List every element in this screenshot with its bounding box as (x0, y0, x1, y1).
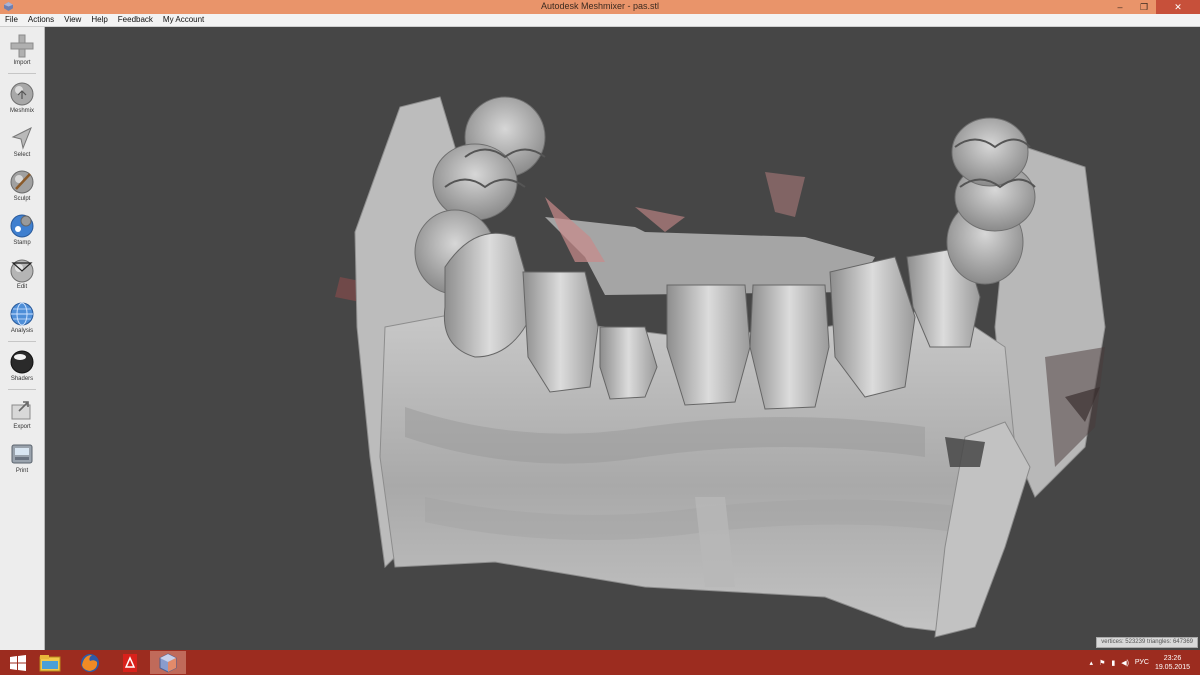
flag-icon[interactable]: ⚑ (1099, 659, 1105, 667)
divider (8, 341, 36, 342)
system-tray: ▴ ⚑ ▮ ◀) РУС 23:26 19.05.2015 (1090, 650, 1200, 675)
tool-stamp-label: Stamp (13, 240, 31, 246)
shader-sphere-icon (10, 350, 34, 374)
tool-select[interactable]: Select (0, 125, 44, 158)
minimize-button[interactable]: – (1108, 0, 1132, 14)
analysis-globe-icon (10, 302, 34, 326)
tool-sidebar: Import Meshmix Select Sculpt Stamp Edit … (0, 27, 45, 650)
tooth-central-right (749, 284, 830, 410)
divider (8, 73, 36, 74)
plus-icon (10, 34, 34, 58)
meshmix-sphere-icon (10, 82, 34, 106)
arrow-cursor-icon (11, 126, 32, 150)
firefox-icon (81, 653, 99, 672)
tool-import[interactable]: Import (0, 33, 44, 66)
menu-actions[interactable]: Actions (23, 14, 59, 26)
close-button[interactable]: ✕ (1156, 0, 1200, 14)
mesh-hole (945, 437, 985, 467)
windows-logo-icon (10, 654, 26, 671)
tooth-central-left (666, 284, 751, 406)
printer-icon (11, 444, 33, 464)
menu-file[interactable]: File (0, 14, 23, 26)
tool-print-label: Print (15, 468, 29, 474)
tool-analysis-label: Analysis (10, 328, 34, 334)
pdf-icon (123, 653, 137, 672)
menu-view[interactable]: View (59, 14, 86, 26)
taskbar-pdf-reader[interactable] (112, 651, 148, 674)
taskbar: ▴ ⚑ ▮ ◀) РУС 23:26 19.05.2015 (0, 650, 1200, 675)
dental-mesh-model[interactable] (45, 27, 1200, 650)
mesh-stats-readout: vertices: 523239 triangles: 647369 (1096, 637, 1198, 648)
tray-expand-icon[interactable]: ▴ (1090, 659, 1094, 667)
title-bar: Autodesk Meshmixer - pas.stl – ❐ ✕ (0, 0, 1200, 14)
tool-export[interactable]: Export (0, 397, 44, 430)
clock-date: 19.05.2015 (1154, 663, 1190, 671)
tool-analysis[interactable]: Analysis (0, 301, 44, 334)
tooth-lateral-left (599, 326, 658, 400)
tooth-molar-right-back (951, 117, 1029, 187)
tool-shaders[interactable]: Shaders (0, 349, 44, 382)
tool-import-label: Import (13, 60, 31, 66)
window-title: Autodesk Meshmixer - pas.stl (540, 1, 660, 11)
scan-artifact (635, 207, 685, 232)
brush-icon (10, 170, 34, 194)
taskbar-file-explorer[interactable] (32, 651, 68, 674)
tool-meshmix-label: Meshmix (9, 108, 34, 114)
meshmixer-icon (159, 652, 177, 673)
stamp-icon (10, 214, 34, 238)
volume-icon[interactable]: ◀) (1121, 659, 1129, 667)
menu-bar: File Actions View Help Feedback My Accou… (0, 14, 1200, 27)
tool-meshmix[interactable]: Meshmix (0, 81, 44, 114)
start-button[interactable] (0, 651, 36, 674)
tool-edit-label: Edit (16, 284, 28, 290)
menu-my-account[interactable]: My Account (158, 14, 209, 26)
clock[interactable]: 23:26 19.05.2015 (1155, 654, 1190, 672)
clock-time: 23:26 (1163, 654, 1182, 662)
tool-sculpt-label: Sculpt (13, 196, 31, 202)
tool-stamp[interactable]: Stamp (0, 213, 44, 246)
tool-sculpt[interactable]: Sculpt (0, 169, 44, 202)
tool-shaders-label: Shaders (10, 376, 34, 382)
tool-print[interactable]: Print (0, 441, 44, 474)
menu-feedback[interactable]: Feedback (113, 14, 158, 26)
edit-mesh-icon (10, 259, 34, 283)
taskbar-firefox[interactable] (72, 651, 108, 674)
language-indicator[interactable]: РУС (1135, 659, 1149, 666)
network-icon[interactable]: ▮ (1111, 659, 1115, 667)
scan-artifact (765, 172, 805, 217)
export-icon (11, 401, 31, 420)
folder-icon (39, 654, 61, 671)
tool-select-label: Select (13, 152, 31, 158)
tool-edit[interactable]: Edit (0, 257, 44, 290)
divider (8, 389, 36, 390)
maximize-button[interactable]: ❐ (1132, 0, 1156, 14)
3d-viewport[interactable]: vertices: 523239 triangles: 647369 (45, 27, 1200, 650)
menu-help[interactable]: Help (86, 14, 112, 26)
taskbar-meshmixer[interactable] (150, 651, 186, 674)
tool-export-label: Export (13, 424, 31, 430)
